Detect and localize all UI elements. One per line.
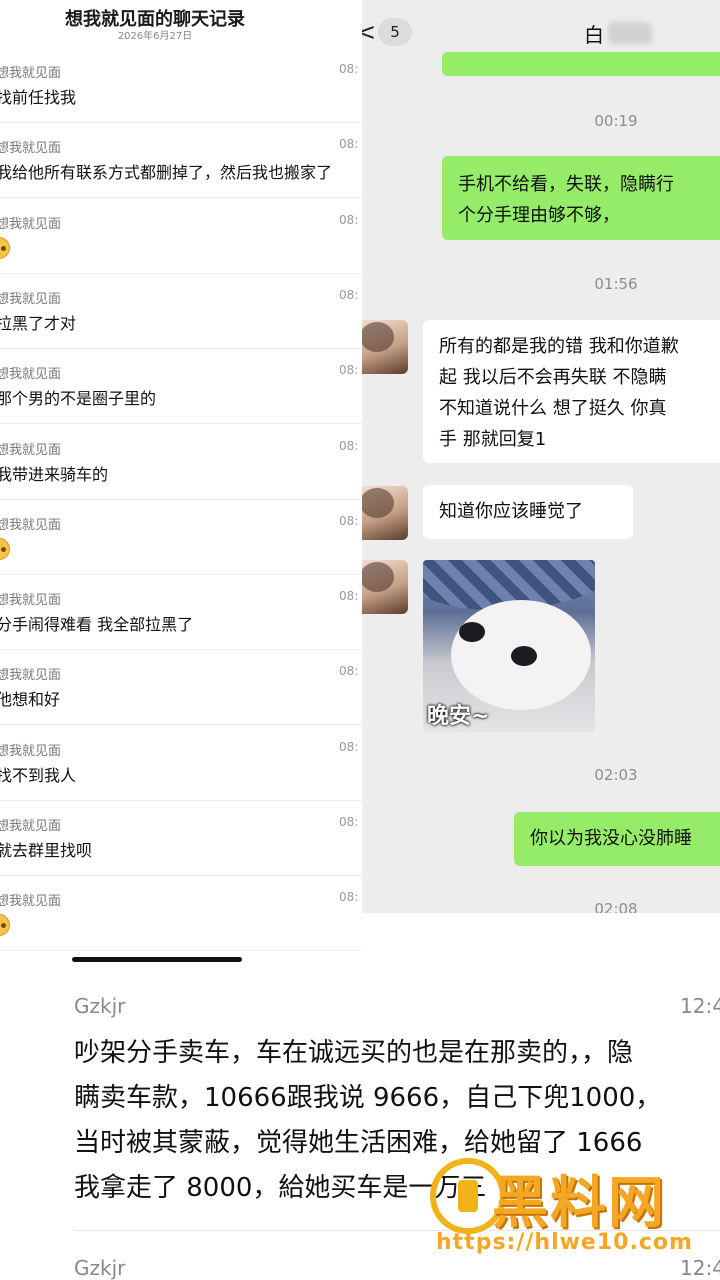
chat-history-record[interactable]: 想我就见面 08: 找前任找我 [0, 48, 362, 123]
message-line: 所有的都是我的错 我和你道歉 [439, 336, 679, 357]
record-message: 分手闹得难看 我全部拉黑了 [0, 615, 194, 635]
message-bubble-incoming[interactable]: 知道你应该睡觉了 [423, 485, 633, 539]
record-sender: 想我就见面 [0, 141, 62, 157]
timestamp: 00:19 [594, 112, 638, 130]
cat-sticker[interactable]: 晚安~ [423, 560, 595, 732]
message-line: 手 那就回复1 [439, 429, 547, 450]
chat-history-record[interactable]: 想我就见面 08: 就去群里找呗 [0, 801, 362, 876]
record-message: 我带进来骑车的 [0, 464, 109, 484]
record-time: 08: [339, 363, 359, 378]
contact-avatar[interactable] [362, 486, 408, 540]
unread-badge[interactable]: 5 [378, 18, 412, 46]
record-message: 他想和好 [0, 690, 61, 710]
emoji-icon [0, 236, 10, 259]
comment-text-line: 瞒卖车款，10666跟我说 9666，自己下兜1000， [74, 1083, 662, 1113]
chat-window: < 5 白 00:19 手机不给看，失联，隐瞒行 个分手理由够不够， 01:56… [362, 0, 720, 913]
record-message: 找前任找我 [0, 88, 77, 107]
record-sender: 想我就见面 [0, 291, 62, 307]
contact-avatar[interactable] [362, 560, 408, 614]
comment-time: 12:4 [680, 994, 720, 1018]
chat-history-record[interactable]: 想我就见面 08: 我给他所有联系方式都删掉了，然后我也搬家了 [0, 123, 362, 199]
chat-history-record[interactable]: 想我就见面 08: [0, 876, 362, 952]
record-sender: 想我就见面 [0, 894, 62, 910]
emoji-icon [0, 537, 10, 560]
message-bubble-incoming[interactable]: 所有的都是我的错 我和你道歉 起 我以后不会再失联 不隐瞒 不知道说什么 想了挺… [423, 320, 720, 463]
record-sender: 想我就见面 [0, 668, 62, 684]
timestamp: 02:08 [594, 900, 638, 913]
sticker-caption: 晚安~ [427, 704, 490, 729]
chat-history-record[interactable]: 想我就见面 08: [0, 199, 362, 274]
message-line: 手机不给看，失联，隐瞒行 [458, 174, 674, 195]
chat-history-record[interactable]: 想我就见面 08: 他想和好 [0, 650, 362, 726]
site-watermark: 黑料网 https://hlwe10.com [430, 1158, 720, 1280]
chat-history-date: 2026年6月27日 [117, 31, 193, 42]
chat-history-record[interactable]: 想我就见面 08: 那个男的不是圈子里的 [0, 349, 362, 425]
cat-eye-icon [511, 646, 537, 666]
back-icon[interactable]: < [362, 18, 376, 46]
record-sender: 想我就见面 [0, 593, 62, 609]
chat-header: < 5 白 [362, 0, 720, 60]
emoji-icon [0, 914, 10, 937]
record-time: 08: [339, 739, 359, 754]
record-message: 拉黑了才对 [0, 313, 77, 333]
contact-avatar[interactable] [362, 320, 408, 374]
chat-history-record[interactable]: 想我就见面 08: 分手闹得难看 我全部拉黑了 [0, 575, 362, 651]
record-message: 就去群里找呗 [0, 841, 93, 860]
watermark-brand: 黑料网 [492, 1171, 666, 1236]
record-time: 08: [339, 287, 359, 302]
message-line: 起 我以后不会再失联 不隐瞒 [439, 367, 667, 388]
contact-name-mosaic [608, 22, 652, 44]
commenter-name[interactable]: Gzkjr [74, 994, 125, 1018]
chat-history-record[interactable]: 想我就见面 08: 我带进来骑车的 [0, 425, 362, 500]
message-bubble-outgoing[interactable]: 手机不给看，失联，隐瞒行 个分手理由够不够， [442, 156, 720, 240]
record-sender: 想我就见面 [0, 367, 62, 383]
record-time: 08: [339, 589, 359, 604]
comment-text-line: 当时被其蒙蔽，觉得她生活困难，给她留了 1666 [74, 1128, 643, 1158]
message-bubble-outgoing[interactable]: 你以为我没心没肺睡 [514, 812, 720, 866]
chat-history-record[interactable]: 想我就见面 08: [0, 500, 362, 575]
record-message: 我给他所有联系方式都删掉了，然后我也搬家了 [0, 163, 333, 183]
scroll-indicator[interactable] [72, 957, 242, 962]
commenter-name[interactable]: Gzkjr [74, 1256, 125, 1280]
timestamp: 01:56 [594, 275, 638, 293]
record-time: 08: [339, 890, 359, 905]
message-line: 个分手理由够不够， [458, 205, 620, 226]
record-time: 08: [339, 62, 359, 76]
record-time: 08: [339, 438, 359, 453]
message-bubble-outgoing-partial[interactable] [442, 52, 720, 76]
record-sender: 想我就见面 [0, 743, 62, 759]
record-time: 08: [339, 513, 359, 528]
record-time: 08: [339, 815, 359, 829]
record-sender: 想我就见面 [0, 819, 62, 834]
contact-name: 白 [584, 23, 604, 47]
chat-history-record[interactable]: 想我就见面 08: 拉黑了才对 [0, 274, 362, 349]
message-line: 不知道说什么 想了挺久 你真 [439, 398, 667, 419]
record-sender: 想我就见面 [0, 66, 62, 81]
message-line: 你以为我没心没肺睡 [530, 828, 692, 849]
record-sender: 想我就见面 [0, 442, 62, 458]
cat-eye-icon [459, 622, 485, 642]
comment-text-line: 吵架分手卖车，车在诚远买的也是在那卖的，，隐 [74, 1038, 634, 1068]
record-sender: 想我就见面 [0, 517, 62, 533]
chat-history-record[interactable]: 想我就见面 08: 找不到我人 [0, 726, 362, 801]
chat-history-panel: 想我就见面的聊天记录 2026年6月27日 想我就见面 08: 找前任找我 想我就见面… [0, 0, 362, 975]
record-time: 08: [339, 664, 359, 679]
record-sender: 想我就见面 [0, 216, 62, 232]
chat-history-header: 想我就见面的聊天记录 2026年6月27日 [0, 0, 362, 48]
comment-text-line: 我拿走了 8000，給她买车是一万三 [74, 1173, 487, 1203]
message-line: 知道你应该睡觉了 [439, 501, 583, 522]
timestamp: 02:03 [594, 766, 638, 784]
record-time: 08: [339, 212, 359, 227]
watermark-url: https://hlwe10.com [436, 1230, 693, 1255]
record-message: 找不到我人 [0, 765, 77, 785]
record-message: 那个男的不是圈子里的 [0, 389, 157, 409]
record-time: 08: [339, 137, 359, 152]
